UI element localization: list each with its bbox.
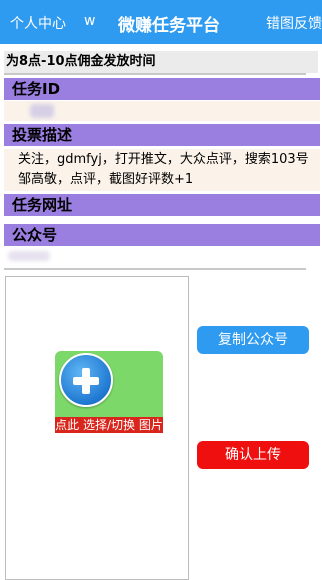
blurred-public-account	[8, 251, 50, 261]
vote-desc-label: 投票描述	[4, 124, 320, 146]
task-url-value	[4, 217, 320, 223]
page-title: 微赚任务平台	[118, 16, 220, 36]
header-w-text: w	[84, 13, 96, 29]
confirm-upload-button[interactable]: 确认上传	[197, 441, 309, 469]
public-account-value	[4, 247, 320, 265]
copy-public-account-button[interactable]: 复制公众号	[197, 326, 309, 354]
error-feedback-link[interactable]: 错图反馈	[266, 13, 322, 33]
top-bar: 个人中心 w 微赚任务平台 错图反馈	[0, 0, 322, 44]
blurred-task-id	[30, 104, 54, 118]
divider	[4, 73, 306, 75]
personal-center-link[interactable]: 个人中心	[10, 13, 66, 33]
public-account-label: 公众号	[4, 224, 320, 246]
vote-desc-value: 关注，gdmfyj，打开推文，大众点评，搜索103号 邹高敬，点评，截图好评数+…	[4, 149, 320, 191]
task-id-value	[4, 101, 320, 121]
task-url-label: 任务网址	[4, 194, 320, 216]
select-image-label[interactable]: 点此 选择/切换 图片	[55, 417, 163, 433]
vote-desc-line1: 关注，gdmfyj，打开推文，大众点评，搜索103号	[18, 152, 309, 167]
vote-desc-line2: 邹高敬，点评，截图好评数+1	[18, 172, 194, 187]
divider	[4, 268, 306, 270]
task-id-label: 任务ID	[4, 78, 320, 100]
commission-notice: 为8点-10点佣金发放时间	[4, 51, 318, 73]
plus-icon[interactable]	[59, 353, 113, 407]
